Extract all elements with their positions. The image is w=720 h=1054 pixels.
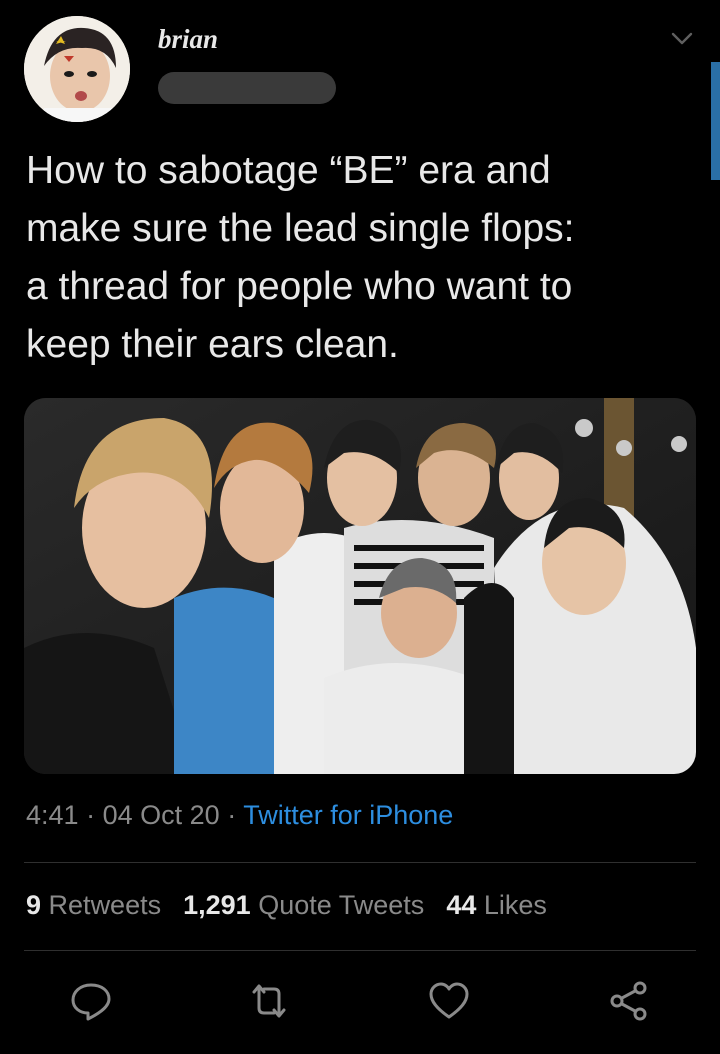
- share-icon[interactable]: [606, 978, 652, 1024]
- quote-tweets-count: 1,291: [183, 890, 251, 920]
- avatar[interactable]: [24, 16, 130, 122]
- tweet-text-line: keep their ears clean.: [26, 323, 399, 366]
- likes-count: 44: [446, 890, 477, 920]
- retweets-stat[interactable]: 9 Retweets: [26, 890, 161, 920]
- tweet-text-line: make sure the lead single flops:: [26, 207, 575, 250]
- retweets-count: 9: [26, 890, 42, 920]
- reply-icon[interactable]: [68, 978, 114, 1024]
- tweet-meta: 4:41 · 04 Oct 20 · Twitter for iPhone: [26, 800, 453, 831]
- likes-stat[interactable]: 44 Likes: [446, 890, 547, 920]
- meta-separator: ·: [86, 800, 96, 830]
- meta-separator: ·: [227, 800, 237, 830]
- redacted-handle: [158, 72, 336, 104]
- tweet-stats: 9 Retweets 1,291 Quote Tweets 44 Likes: [26, 890, 547, 921]
- chevron-down-icon[interactable]: [668, 24, 696, 52]
- like-icon[interactable]: [426, 978, 472, 1024]
- retweets-label: Retweets: [48, 890, 162, 920]
- scrollbar-thumb[interactable]: [711, 62, 720, 180]
- display-name[interactable]: brian: [158, 24, 218, 55]
- tweet-source-link[interactable]: Twitter for iPhone: [243, 800, 453, 830]
- tweet-date: 04 Oct 20: [102, 800, 220, 830]
- action-bar: [0, 978, 720, 1026]
- tweet-photo[interactable]: [24, 398, 696, 774]
- divider: [24, 862, 696, 863]
- tweet-text-line: How to sabotage “BE” era and: [26, 149, 551, 192]
- quote-tweets-stat[interactable]: 1,291 Quote Tweets: [183, 890, 424, 920]
- tweet-text-line: a thread for people who want to: [26, 265, 573, 308]
- tweet-time: 4:41: [26, 800, 79, 830]
- tweet-text: How to sabotage “BE” era and make sure t…: [26, 142, 696, 374]
- retweet-icon[interactable]: [246, 978, 292, 1024]
- divider: [24, 950, 696, 951]
- avatar-image: [24, 16, 130, 122]
- quote-tweets-label: Quote Tweets: [258, 890, 425, 920]
- likes-label: Likes: [483, 890, 547, 920]
- group-photo: [24, 398, 696, 774]
